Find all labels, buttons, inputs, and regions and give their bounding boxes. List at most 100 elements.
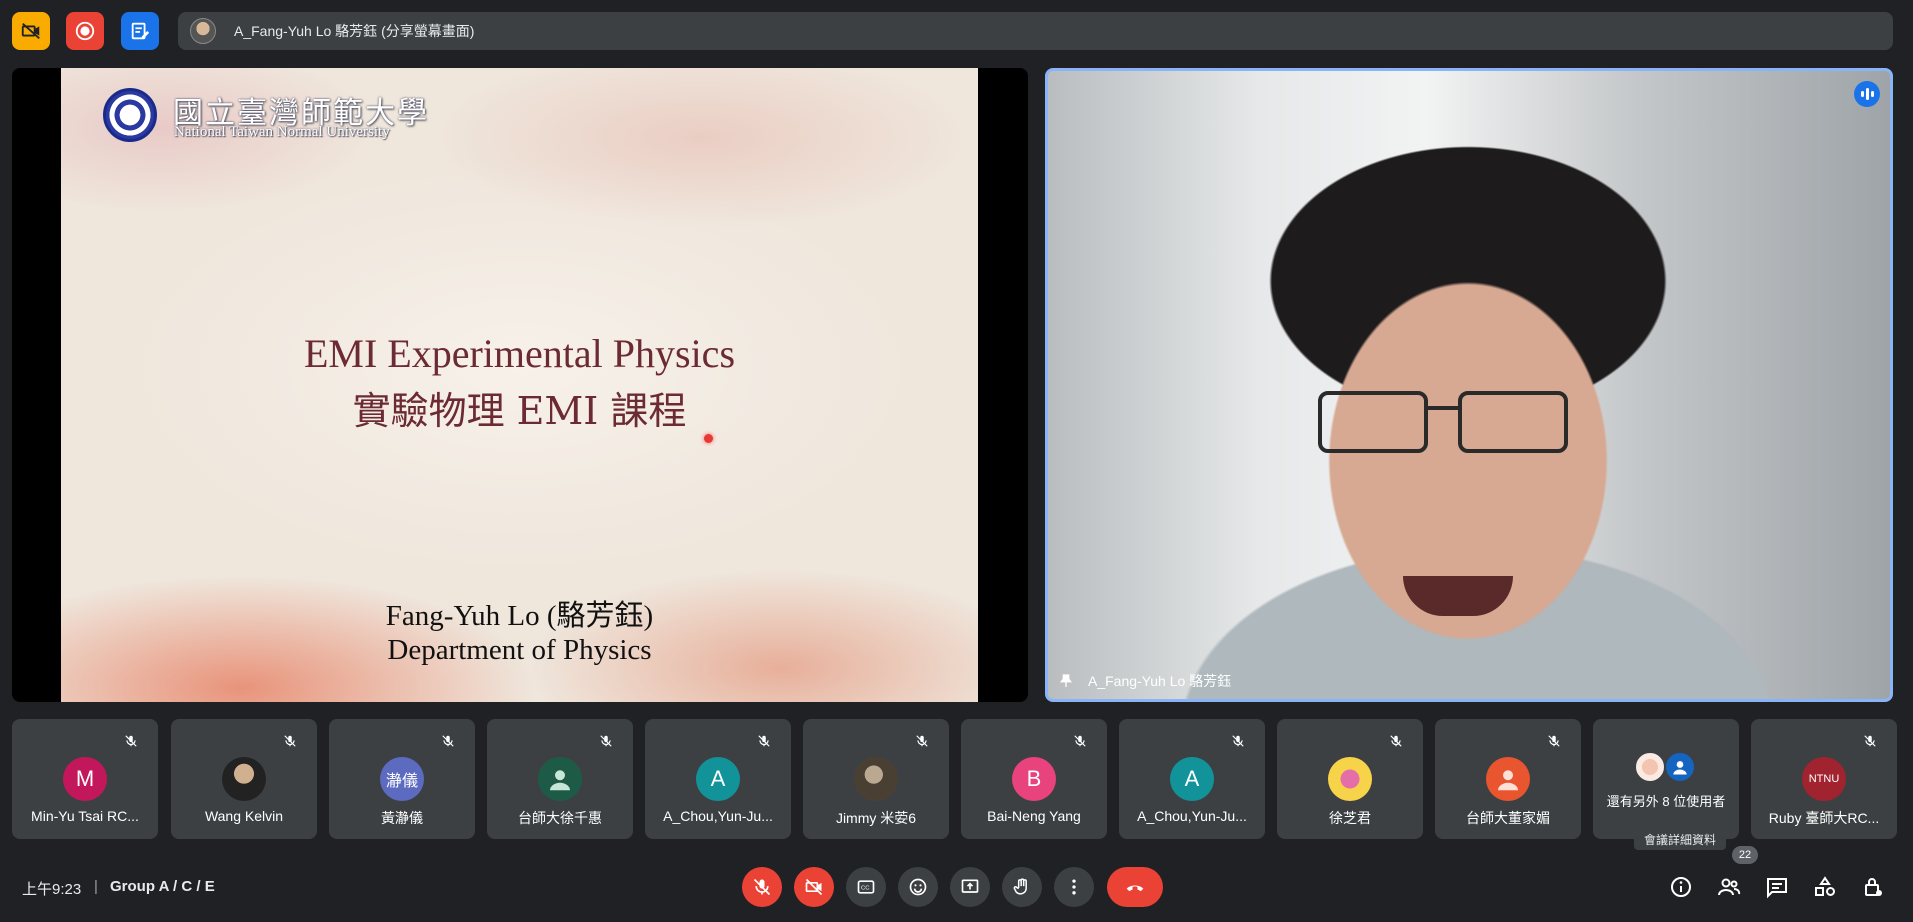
info-icon (1671, 877, 1691, 897)
more-participants-label: 還有另外 8 位使用者 (1606, 794, 1726, 809)
no-camera-indicator-button[interactable] (12, 12, 50, 50)
meeting-details-button[interactable] (1661, 867, 1701, 907)
people-button[interactable] (1709, 867, 1749, 907)
mic-off-icon (1232, 735, 1244, 747)
mic-off-icon (442, 735, 454, 747)
avatar (1328, 757, 1372, 801)
participant-name: 台師大董家媚 (1466, 810, 1550, 826)
participant-name: Bai-Neng Yang (987, 808, 1081, 824)
participant-tile[interactable]: 台師大徐千惠 (487, 719, 633, 839)
participant-tile[interactable]: NTNU Ruby 臺師大RC... (1751, 719, 1897, 839)
participant-tile[interactable]: A A_Chou,Yun-Ju... (645, 719, 791, 839)
notes-button[interactable] (121, 12, 159, 50)
mic-off-icon (600, 735, 612, 747)
meeting-details-tooltip: 會議詳細資料 (1634, 828, 1727, 850)
participant-tile[interactable]: B Bai-Neng Yang (961, 719, 1107, 839)
raise-hand-button[interactable] (1002, 867, 1042, 907)
avatar: 瀞儀 (380, 757, 424, 801)
participant-tile[interactable]: Wang Kelvin (171, 719, 317, 839)
mic-off-icon (1390, 735, 1402, 747)
slide: 國立臺灣師範大學 National Taiwan Normal Universi… (61, 68, 978, 702)
avatar (1634, 751, 1666, 783)
university-name-en: National Taiwan Normal University (174, 124, 390, 140)
person-icon (1498, 770, 1518, 791)
raise-hand-icon (1013, 878, 1027, 895)
speaker-name: A_Fang-Yuh Lo 駱芳鈺 (1088, 673, 1232, 689)
speaker-video-part (1458, 391, 1568, 453)
mic-off-icon (758, 735, 770, 747)
presenter-label: A_Fang-Yuh Lo 駱芳鈺 (分享螢幕畫面) (234, 23, 475, 39)
presentation-tile[interactable]: 國立臺灣師範大學 National Taiwan Normal Universi… (12, 68, 1028, 702)
participant-name: 黃瀞儀 (381, 810, 423, 826)
participant-tile[interactable]: 瀞儀 黃瀞儀 (329, 719, 475, 839)
avatar (222, 757, 266, 801)
participant-tile[interactable]: 徐芝君 (1277, 719, 1423, 839)
participant-tile[interactable]: A A_Chou,Yun-Ju... (1119, 719, 1265, 839)
activities-button[interactable] (1805, 867, 1845, 907)
record-icon (75, 21, 95, 41)
speaker-video (1318, 391, 1428, 453)
captions-button[interactable]: CC (846, 867, 886, 907)
chat-button[interactable] (1757, 867, 1797, 907)
avatar: B (1012, 757, 1056, 801)
participant-name: Ruby 臺師大RC... (1768, 810, 1880, 826)
recording-button[interactable] (66, 12, 104, 50)
presenter-pill[interactable]: A_Fang-Yuh Lo 駱芳鈺 (分享螢幕畫面) (178, 12, 1893, 50)
people-icon (1718, 878, 1741, 896)
more-options-icon (1072, 879, 1076, 895)
person-icon (550, 770, 570, 791)
camera-toggle-button[interactable] (794, 867, 834, 907)
speaking-indicator-icon (1854, 81, 1880, 107)
mic-off-icon (1864, 735, 1876, 747)
slide-presenter: Fang-Yuh Lo (駱芳鈺) (385, 600, 654, 632)
divider: | (94, 878, 98, 895)
more-participants-tile[interactable]: 還有另外 8 位使用者 (1593, 719, 1739, 839)
captions-icon: CC (857, 880, 875, 894)
avatar: M (63, 757, 107, 801)
participant-name: A_Chou,Yun-Ju... (1137, 808, 1247, 824)
mic-off-icon (125, 735, 137, 747)
person-icon (1673, 761, 1687, 775)
slide-title-en: EMI Experimental Physics (303, 331, 736, 376)
participant-tile[interactable]: 台師大董家媚 (1435, 719, 1581, 839)
mic-off-icon (753, 878, 771, 896)
top-bar: A_Fang-Yuh Lo 駱芳鈺 (分享螢幕畫面) (0, 0, 1913, 62)
slide-department: Department of Physics (387, 634, 652, 666)
no-camera-icon (21, 22, 40, 40)
avatar: A (1170, 757, 1214, 801)
avatar (854, 757, 898, 801)
participant-name: Wang Kelvin (204, 808, 284, 824)
host-controls-button[interactable] (1853, 867, 1893, 907)
participant-tile[interactable]: Jimmy 米荌6 (803, 719, 949, 839)
meeting-name: Group A / C / E (110, 878, 215, 895)
speaker-video-part (1403, 576, 1513, 616)
avatar (1664, 751, 1696, 783)
emoji-icon (909, 878, 927, 896)
participant-name: Jimmy 米荌6 (835, 810, 917, 826)
emoji-button[interactable] (898, 867, 938, 907)
mic-off-icon (916, 735, 928, 747)
avatar (538, 757, 582, 801)
laser-pointer (704, 434, 713, 443)
speaker-tile[interactable]: A_Fang-Yuh Lo 駱芳鈺 (1045, 68, 1893, 702)
presenter-avatar (190, 18, 216, 44)
activities-icon (1815, 876, 1835, 896)
svg-text:CC: CC (861, 886, 869, 892)
more-options-button[interactable] (1054, 867, 1094, 907)
present-button[interactable] (950, 867, 990, 907)
slide-title-zh: 實驗物理 EMI 課程 (352, 389, 687, 433)
pin-icon[interactable] (1058, 672, 1074, 690)
note-icon (131, 22, 150, 40)
end-call-button[interactable] (1107, 867, 1163, 907)
avatar (1486, 757, 1530, 801)
speaker-name-row: A_Fang-Yuh Lo 駱芳鈺 (1058, 671, 1231, 691)
present-icon (961, 879, 979, 893)
avatar: A (696, 757, 740, 801)
avatar: NTNU (1802, 757, 1846, 801)
university-logo (103, 88, 157, 142)
mic-off-icon (284, 735, 296, 747)
mic-off-icon (1074, 735, 1086, 747)
participant-tile[interactable]: M Min-Yu Tsai RC... (12, 719, 158, 839)
mic-toggle-button[interactable] (742, 867, 782, 907)
end-call-icon (1126, 885, 1144, 892)
